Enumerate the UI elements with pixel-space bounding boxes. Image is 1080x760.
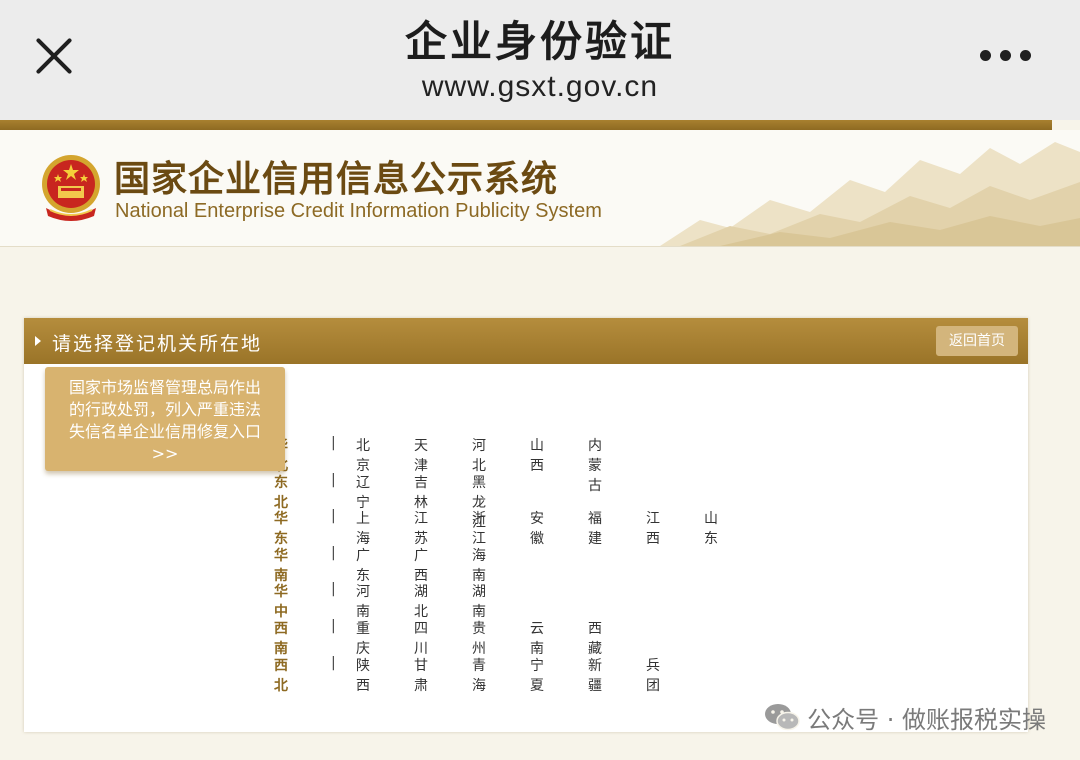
national-emblem-icon: [42, 155, 100, 221]
region-selection-panel: 请选择登记机关所在地 返回首页 国家市场监督管理总局作出 的行政处罚，列入严重违…: [24, 318, 1028, 732]
province-link[interactable]: 内蒙古: [588, 435, 602, 495]
region-name: 西南: [274, 620, 288, 657]
province-link[interactable]: 山西: [530, 435, 544, 475]
region-separator: |: [331, 617, 336, 634]
wechat-watermark: 公众号 · 做账报税实操: [765, 700, 1046, 736]
province-link[interactable]: 四川: [414, 618, 428, 658]
site-title: 国家企业信用信息公示系统: [114, 159, 559, 200]
region-separator: |: [331, 581, 336, 598]
province-link[interactable]: 北京: [356, 435, 370, 475]
province-link[interactable]: 浙江: [472, 508, 486, 548]
province-link[interactable]: 山东: [704, 508, 718, 548]
province-link[interactable]: 广东: [356, 545, 370, 585]
province-link[interactable]: 湖北: [414, 581, 428, 621]
province-link[interactable]: 海南: [472, 545, 486, 585]
notice-line: 的行政处罚，列入严重违法: [68, 400, 261, 419]
wechat-icon: [765, 704, 800, 731]
back-home-button[interactable]: 返回首页: [936, 326, 1018, 356]
panel-header: 请选择登记机关所在地 返回首页: [24, 318, 1028, 364]
gold-divider: [0, 120, 1052, 130]
province-link[interactable]: 江西: [646, 508, 660, 548]
province-link[interactable]: 重庆: [356, 618, 370, 658]
region-name: 华东: [274, 511, 288, 548]
region-name: 华南: [274, 547, 288, 584]
province-link[interactable]: 兵团: [646, 655, 660, 695]
region-name: 华中: [274, 584, 288, 621]
site-subtitle: National Enterprise Credit Information P…: [115, 200, 602, 222]
province-link[interactable]: 西藏: [588, 618, 602, 658]
province-link[interactable]: 安徽: [530, 508, 544, 548]
province-link[interactable]: 上海: [356, 508, 370, 548]
notice-line: 国家市场监督管理总局作出: [68, 378, 261, 397]
credit-repair-notice-button[interactable]: 国家市场监督管理总局作出 的行政处罚，列入严重违法 失信名单企业信用修复入口 >…: [45, 367, 285, 471]
province-link[interactable]: 云南: [530, 618, 544, 658]
province-link[interactable]: 广西: [414, 545, 428, 585]
site-header: 国家企业信用信息公示系统 National Enterprise Credit …: [0, 130, 1080, 247]
province-link[interactable]: 宁夏: [530, 655, 544, 695]
province-link[interactable]: 吉林: [414, 472, 428, 512]
notice-arrow: >>: [151, 444, 179, 463]
province-link[interactable]: 贵州: [472, 618, 486, 658]
region-separator: |: [331, 654, 336, 671]
province-link[interactable]: 河北: [472, 435, 486, 475]
notice-line: 失信名单企业信用修复入口: [68, 422, 261, 441]
region-name: 西北: [274, 657, 288, 694]
region-name: 东北: [274, 474, 288, 511]
province-link[interactable]: 青海: [472, 655, 486, 695]
more-options-icon[interactable]: [980, 50, 1032, 62]
province-link[interactable]: 江苏: [414, 508, 428, 548]
province-link[interactable]: 陕西: [356, 655, 370, 695]
triangle-right-icon: [35, 336, 41, 346]
region-separator: |: [331, 544, 336, 561]
page-url: www.gsxt.gov.cn: [421, 70, 659, 103]
region-separator: |: [331, 435, 336, 451]
province-link[interactable]: 辽宁: [356, 472, 370, 512]
province-link[interactable]: 湖南: [472, 581, 486, 621]
province-link[interactable]: 新疆: [588, 655, 602, 695]
region-separator: |: [331, 471, 336, 488]
province-link[interactable]: 甘肃: [414, 655, 428, 695]
mountain-landscape-decoration: [660, 142, 1080, 246]
page-title: 企业身份验证: [404, 17, 675, 66]
province-link[interactable]: 福建: [588, 508, 602, 548]
province-link[interactable]: 天津: [414, 435, 428, 475]
region-separator: |: [331, 508, 336, 525]
panel-title: 请选择登记机关所在地: [52, 333, 263, 355]
province-link[interactable]: 河南: [356, 581, 370, 621]
watermark-text: 公众号 · 做账报税实操: [807, 706, 1046, 734]
top-bar: 企业身份验证 www.gsxt.gov.cn: [0, 0, 1080, 120]
